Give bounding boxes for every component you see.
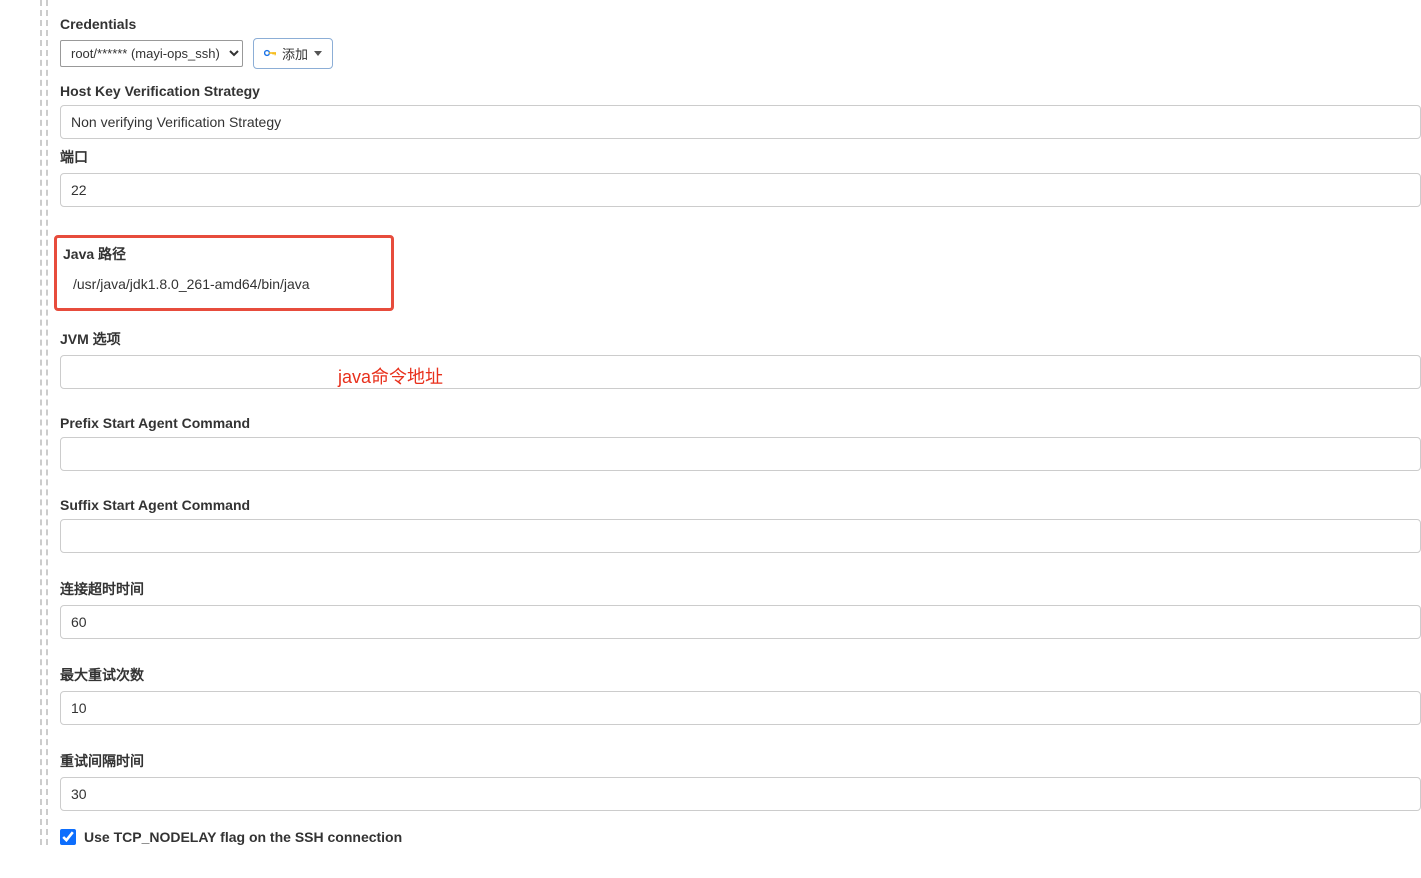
conn-timeout-input[interactable]	[60, 605, 1421, 639]
annotation-text: java命令地址	[338, 363, 443, 389]
jvm-options-label: JVM 选项	[60, 329, 1421, 349]
caret-down-icon	[314, 51, 322, 56]
credentials-select[interactable]: root/****** (mayi-ops_ssh)	[60, 40, 243, 67]
host-key-label: Host Key Verification Strategy	[60, 83, 1421, 99]
retry-interval-input[interactable]	[60, 777, 1421, 811]
tcp-nodelay-checkbox[interactable]	[60, 829, 76, 845]
port-label: 端口	[60, 147, 1421, 167]
conn-timeout-label: 连接超时时间	[60, 579, 1421, 599]
tcp-nodelay-label: Use TCP_NODELAY flag on the SSH connecti…	[84, 829, 402, 845]
add-button-label: 添加	[282, 44, 308, 63]
tree-guide-line-1	[40, 0, 42, 845]
suffix-cmd-input[interactable]	[60, 519, 1421, 553]
prefix-cmd-input[interactable]	[60, 437, 1421, 471]
add-credentials-button[interactable]: 添加	[253, 38, 333, 69]
java-path-highlight-box: Java 路径	[54, 235, 394, 311]
prefix-cmd-label: Prefix Start Agent Command	[60, 415, 1421, 431]
max-retries-label: 最大重试次数	[60, 665, 1421, 685]
tree-guide-line-2	[46, 0, 48, 845]
max-retries-input[interactable]	[60, 691, 1421, 725]
credentials-label: Credentials	[60, 16, 1421, 32]
java-path-label: Java 路径	[63, 244, 383, 264]
java-path-input[interactable]	[65, 270, 383, 298]
retry-interval-label: 重试间隔时间	[60, 751, 1421, 771]
key-icon	[264, 46, 278, 61]
jvm-options-input[interactable]	[60, 355, 1421, 389]
host-key-input[interactable]	[60, 105, 1421, 139]
suffix-cmd-label: Suffix Start Agent Command	[60, 497, 1421, 513]
port-input[interactable]	[60, 173, 1421, 207]
